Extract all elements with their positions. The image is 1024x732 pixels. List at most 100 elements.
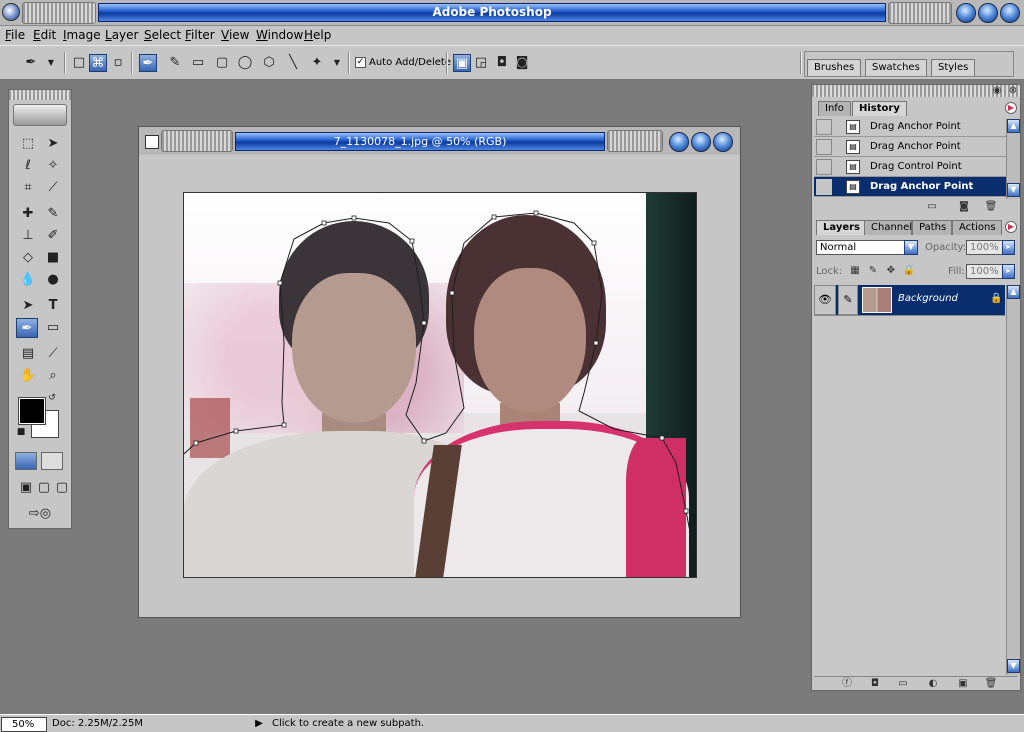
lock-all-icon[interactable]: 🔒 xyxy=(902,265,916,277)
adobe-online-icon[interactable] xyxy=(13,104,67,126)
zoom-level-field[interactable]: 50% xyxy=(1,717,47,732)
menu-layer[interactable]: Layer xyxy=(105,28,138,42)
tab-paths[interactable]: Paths xyxy=(912,220,952,235)
delete-layer-icon[interactable]: 🗑 xyxy=(984,678,998,690)
lock-image-icon[interactable]: ✎ xyxy=(866,265,880,277)
new-snapshot-icon[interactable]: ◙ xyxy=(957,201,971,213)
history-row[interactable]: ▤ Drag Control Point xyxy=(814,157,1008,177)
freeform-pen-icon[interactable]: ✎ xyxy=(166,54,184,72)
delete-state-icon[interactable]: 🗑 xyxy=(984,201,998,213)
subtract-path-area-icon[interactable]: ◲ xyxy=(472,54,490,72)
shape-layers-icon[interactable]: □ xyxy=(70,54,88,72)
new-set-icon[interactable]: ▭ xyxy=(896,678,910,690)
pen-path-overlay[interactable] xyxy=(184,193,697,578)
doc-minimize-button[interactable] xyxy=(669,132,689,152)
gradient-tool-icon[interactable]: ■ xyxy=(42,248,64,268)
doc-maximize-button[interactable] xyxy=(691,132,711,152)
doc-close-button[interactable] xyxy=(713,132,733,152)
palettes-panel-grip[interactable] xyxy=(812,85,1020,97)
pen-tool-icon[interactable]: ✒ xyxy=(16,318,38,338)
paths-mode-icon[interactable]: ⌘ xyxy=(89,54,107,72)
hand-tool-icon[interactable]: ✋ xyxy=(17,366,39,386)
slice-tool-icon[interactable]: ⟋ xyxy=(42,178,64,198)
document-titlebar[interactable]: 7_1130078_1.jpg @ 50% (RGB) xyxy=(139,127,740,155)
zoom-tool-icon[interactable]: ⌕ xyxy=(42,366,64,386)
tab-layers[interactable]: Layers xyxy=(816,220,867,235)
history-snapshot-box[interactable] xyxy=(816,159,832,175)
history-snapshot-box[interactable] xyxy=(816,119,832,135)
magic-wand-icon[interactable]: ✧ xyxy=(42,156,64,176)
ellipse-icon[interactable]: ◯ xyxy=(236,54,254,72)
marquee-tool-icon[interactable]: ⬚ xyxy=(17,134,39,154)
document-icon[interactable] xyxy=(145,135,159,149)
dodge-tool-icon[interactable]: ● xyxy=(42,270,64,290)
jump-to-imageready-icon[interactable]: ⇨◎ xyxy=(17,504,63,524)
notes-tool-icon[interactable]: ▤ xyxy=(17,344,39,364)
add-mask-icon[interactable]: ◘ xyxy=(868,678,882,690)
clone-stamp-icon[interactable]: ⊥ xyxy=(17,226,39,246)
well-tab-swatches[interactable]: Swatches xyxy=(865,59,927,76)
new-layer-icon[interactable]: ▣ xyxy=(956,678,970,690)
add-to-path-area-icon[interactable]: ▣ xyxy=(453,54,471,72)
line-tool-icon[interactable]: ╲ xyxy=(284,54,302,72)
blend-mode-dropdown-icon[interactable]: ▼ xyxy=(904,240,918,255)
well-tab-brushes[interactable]: Brushes xyxy=(807,59,862,76)
scroll-down-icon[interactable]: ▼ xyxy=(1007,659,1020,673)
blur-tool-icon[interactable]: 💧 xyxy=(17,270,39,290)
image-canvas[interactable] xyxy=(183,192,697,578)
move-tool-icon[interactable]: ➤ xyxy=(42,134,64,154)
type-tool-icon[interactable]: T xyxy=(42,296,64,316)
tab-actions[interactable]: Actions xyxy=(952,220,1002,235)
healing-brush-icon[interactable]: ✚ xyxy=(17,204,39,224)
custom-shape-icon[interactable]: ✦ xyxy=(308,54,326,72)
status-menu-arrow-icon[interactable]: ▶ xyxy=(252,717,266,731)
layer-style-icon[interactable]: ⓕ xyxy=(840,678,854,690)
eraser-tool-icon[interactable]: ◇ xyxy=(17,248,39,268)
layers-menu-icon[interactable]: ▶ xyxy=(1005,221,1017,233)
default-colors-icon[interactable]: ■ xyxy=(15,426,27,438)
intersect-path-area-icon[interactable]: ◘ xyxy=(493,54,511,72)
brush-tool-icon[interactable]: ✎ xyxy=(42,204,64,224)
exclude-overlap-icon[interactable]: ◙ xyxy=(513,54,531,72)
close-palette-icon[interactable]: ⊗ xyxy=(1006,85,1020,97)
new-document-from-state-icon[interactable]: ▭ xyxy=(925,201,939,213)
history-row-selected[interactable]: ▤ Drag Anchor Point xyxy=(814,177,1008,197)
history-row[interactable]: ▤ Drag Anchor Point xyxy=(814,117,1008,137)
polygon-icon[interactable]: ⬡ xyxy=(260,54,278,72)
path-selection-icon[interactable]: ➤ xyxy=(17,296,39,316)
foreground-color-swatch[interactable] xyxy=(18,397,46,425)
fill-field[interactable]: 100% xyxy=(966,264,1004,279)
photoshop-app-icon[interactable] xyxy=(2,3,20,21)
menu-select[interactable]: Select xyxy=(144,28,181,42)
menu-filter[interactable]: Filter xyxy=(185,28,215,42)
auto-add-delete-option[interactable]: ✓ Auto Add/Delete xyxy=(355,57,451,68)
collapse-palette-icon[interactable]: ◉ xyxy=(990,85,1004,97)
custom-shape-dropdown-icon[interactable]: ▼ xyxy=(328,54,346,72)
pen-tool-preset-icon[interactable]: ✒ xyxy=(22,54,40,72)
opacity-field[interactable]: 100% xyxy=(966,240,1004,255)
menu-edit[interactable]: Edit xyxy=(33,28,56,42)
blend-mode-select[interactable]: Normal xyxy=(816,240,918,255)
pen-tool-icon[interactable]: ✒ xyxy=(139,54,157,72)
tab-info[interactable]: Info xyxy=(818,101,851,116)
history-scrollbar[interactable]: ▲ ▼ xyxy=(1006,119,1020,199)
full-screen-icon[interactable]: ▢ xyxy=(51,478,73,498)
history-brush-icon[interactable]: ✐ xyxy=(42,226,64,246)
maximize-button[interactable] xyxy=(978,3,998,23)
well-tab-styles[interactable]: Styles xyxy=(931,59,976,76)
tab-channels[interactable]: Channels xyxy=(864,220,912,235)
history-menu-icon[interactable]: ▶ xyxy=(1005,102,1017,114)
scroll-up-icon[interactable]: ▲ xyxy=(1007,285,1020,299)
layers-scrollbar[interactable]: ▲ ▼ xyxy=(1006,285,1020,675)
auto-add-delete-checkbox[interactable]: ✓ xyxy=(355,57,366,68)
fill-slider-icon[interactable]: ▸ xyxy=(1002,264,1015,279)
crop-tool-icon[interactable]: ⌗ xyxy=(17,178,39,198)
standard-mode-icon[interactable] xyxy=(15,452,37,470)
opacity-slider-icon[interactable]: ▸ xyxy=(1002,240,1015,255)
minimize-button[interactable] xyxy=(956,3,976,23)
history-snapshot-box[interactable] xyxy=(816,139,832,155)
tab-history[interactable]: History xyxy=(852,101,907,116)
layer-brush-icon[interactable]: ✎ xyxy=(838,285,858,315)
layer-visibility-eye-icon[interactable]: 👁 xyxy=(814,285,836,315)
layer-row-background[interactable]: 👁 ✎ Background 🔒 xyxy=(814,285,1005,315)
